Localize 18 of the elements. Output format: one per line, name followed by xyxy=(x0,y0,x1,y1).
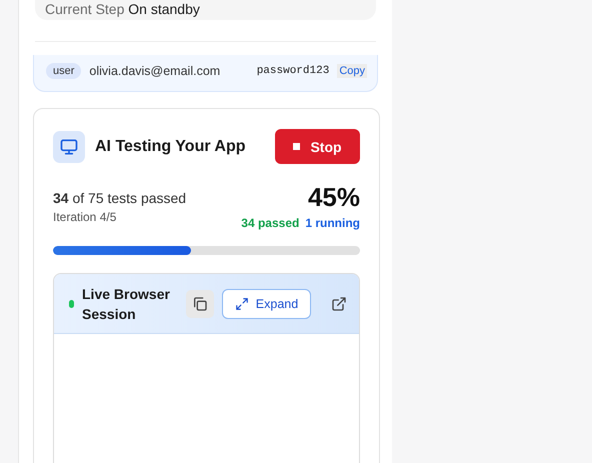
role-badge: user xyxy=(46,63,82,79)
passed-count: 34 passed xyxy=(241,216,300,230)
external-link-icon[interactable] xyxy=(331,296,347,312)
expand-button[interactable]: Expand xyxy=(222,288,311,318)
tests-summary: 34 of 75 tests passed xyxy=(53,190,186,206)
password-text: password123 xyxy=(256,65,330,77)
expand-icon xyxy=(234,296,249,310)
card-title: AI Testing Your App xyxy=(95,138,247,156)
stop-button[interactable]: Stop xyxy=(275,129,360,164)
session-title: Live Browser Session xyxy=(82,284,171,324)
iteration-text: Iteration 4/5 xyxy=(53,210,118,224)
running-count: 1 running xyxy=(305,216,360,230)
percent-text: 45% xyxy=(308,184,360,210)
copy-button[interactable]: Copy xyxy=(337,64,367,78)
email-text: olivia.davis@email.com xyxy=(89,64,222,78)
copy-icon[interactable] xyxy=(186,290,214,318)
monitor-icon xyxy=(53,130,85,162)
current-step-text: Current Step On standby xyxy=(35,0,376,20)
